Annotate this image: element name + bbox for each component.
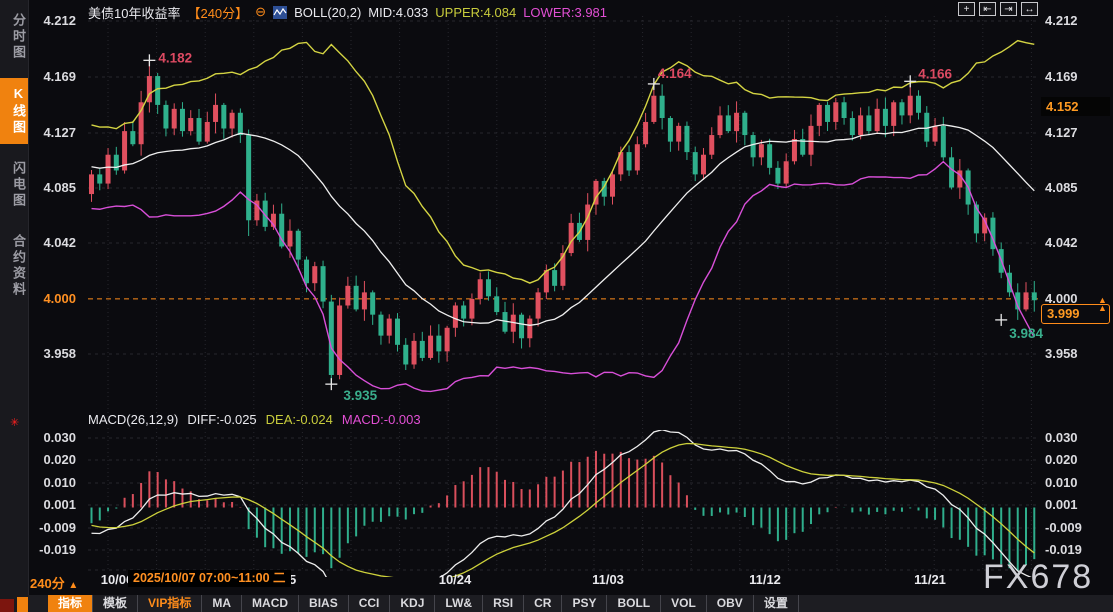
toolbar-item-macd[interactable]: MACD [242,595,299,612]
pan-icon[interactable]: + [958,2,975,16]
toolbar-item-rsi[interactable]: RSI [483,595,524,612]
chart-canvas[interactable]: 4.182 3.935 4.164 4.166 3.984 [0,0,1113,612]
toolbar-item-indicator[interactable]: 指标 [48,595,93,612]
toolbar-item-ma[interactable]: MA [202,595,242,612]
period-dropdown-icon[interactable]: ▲ [68,580,78,591]
price-axis-label-left: 4.000 [28,291,76,306]
price-axis-label-left: 4.127 [28,125,76,140]
macd-axis-label-right: 0.030 [1045,430,1078,445]
toolbar-item-cci[interactable]: CCI [349,595,391,612]
price-extreme-annotation: 4.166 [918,66,952,81]
macd-axis-label-left: -0.009 [28,520,76,535]
x-axis-date-label: 11/03 [592,572,624,587]
macd-axis-label-left: -0.019 [28,542,76,557]
toolbar-item-template[interactable]: 模板 [93,595,138,612]
macd-axis-label-right: 0.020 [1045,452,1078,467]
x-axis-date-label: 10/24 [439,572,472,587]
price-extreme-annotation: 4.182 [158,50,192,65]
macd-label: MACD(26,12,9) [88,412,178,427]
zoom-out-icon[interactable]: ⊖ [255,4,266,20]
toolbar-item-settings[interactable]: 设置 [754,595,799,612]
toolbar-item-lw[interactable]: LW& [435,595,483,612]
macd-diff-value: DIFF:-0.025 [187,412,256,427]
macd-header: MACD(26,12,9) DIFF:-0.025 DEA:-0.024 MAC… [88,412,421,427]
macd-axis-label-right: -0.019 [1045,542,1082,557]
price-axis-label-right: 3.958 [1045,346,1078,361]
toolbar-item-boll[interactable]: BOLL [607,595,661,612]
axis-right-icon[interactable]: ⇥ [1000,2,1017,16]
x-axis-date-label: 11/12 [749,572,781,587]
toolbar-item-vip-indicator[interactable]: VIP指标 [138,595,202,612]
price-extreme-annotation: 3.935 [343,388,377,403]
boll-lower-value: LOWER:3.981 [523,5,607,20]
x-axis-date-label: 11/21 [914,572,946,587]
boll-mid-value: MID:4.033 [368,5,428,20]
price-axis-label-left: 4.042 [28,235,76,250]
axis-left-icon[interactable]: ⇤ [979,2,996,16]
price-axis-label-right: 4.085 [1045,180,1078,195]
price-axis-label-right: 4.127 [1045,125,1078,140]
macd-dea-value: DEA:-0.024 [266,412,333,427]
chart-header: 美债10年收益率 【240分】 ⊖ BOLL(20,2) MID:4.033 U… [88,3,607,21]
boll-indicator-icon[interactable] [273,6,287,19]
price-axis-label-left: 4.169 [28,69,76,84]
toolbar-item-obv[interactable]: OBV [707,595,754,612]
instrument-title: 美债10年收益率 [88,3,180,22]
macd-axis-label-left: 0.001 [28,497,76,512]
toolbar-item-cr[interactable]: CR [524,595,562,612]
toolbar-item-vol[interactable]: VOL [661,595,707,612]
macd-axis-label-right: 0.010 [1045,475,1078,490]
toolbar-item-bias[interactable]: BIAS [299,595,349,612]
macd-axis-label-left: 0.020 [28,452,76,467]
chart-tools: + ⇤ ⇥ ↔ [958,2,1038,16]
macd-axis-label-right: -0.009 [1045,520,1082,535]
price-extreme-annotation: 4.164 [658,66,692,81]
indicator-toolbar: 指标 模板 VIP指标 MA MACD BIAS CCI KDJ LW& RSI… [28,595,1113,612]
watermark: FX678 [983,558,1093,597]
price-axis-label-right: 4.042 [1045,235,1078,250]
price-extreme-annotation: 3.984 [1009,326,1043,341]
toolbar-item-kdj[interactable]: KDJ [390,595,435,612]
macd-axis-label-right: 0.001 [1045,497,1078,512]
bar-datetime-tooltip: 2025/10/07 07:00~11:00 二 [128,570,291,587]
macd-axis-label-left: 0.010 [28,475,76,490]
price-up-arrow-icon: ▲▲ [1098,296,1107,312]
boll-upper-value: UPPER:4.084 [435,5,516,20]
price-axis-label-right: 4.000 [1045,291,1078,306]
boll-label: BOLL(20,2) [294,5,361,20]
footer-period-label[interactable]: 240分 ▲ [30,573,78,592]
price-axis-label-left: 4.085 [28,180,76,195]
macd-axis-label-left: 0.030 [28,430,76,445]
axis-fit-icon[interactable]: ↔ [1021,2,1038,16]
price-axis-label-left: 3.958 [28,346,76,361]
marked-price-box: 4.152 [1041,97,1110,116]
trading-app-window: 4.1823.9354.1644.1663.984 分时图 K线图 闪电图 合约… [0,0,1113,612]
toolbar-item-psy[interactable]: PSY [562,595,607,612]
price-axis-label-right: 4.212 [1045,13,1078,28]
price-axis-label-right: 4.169 [1045,69,1078,84]
macd-macd-value: MACD:-0.003 [342,412,421,427]
period-label: 【240分】 [187,3,248,22]
price-axis-label-left: 4.212 [28,13,76,28]
